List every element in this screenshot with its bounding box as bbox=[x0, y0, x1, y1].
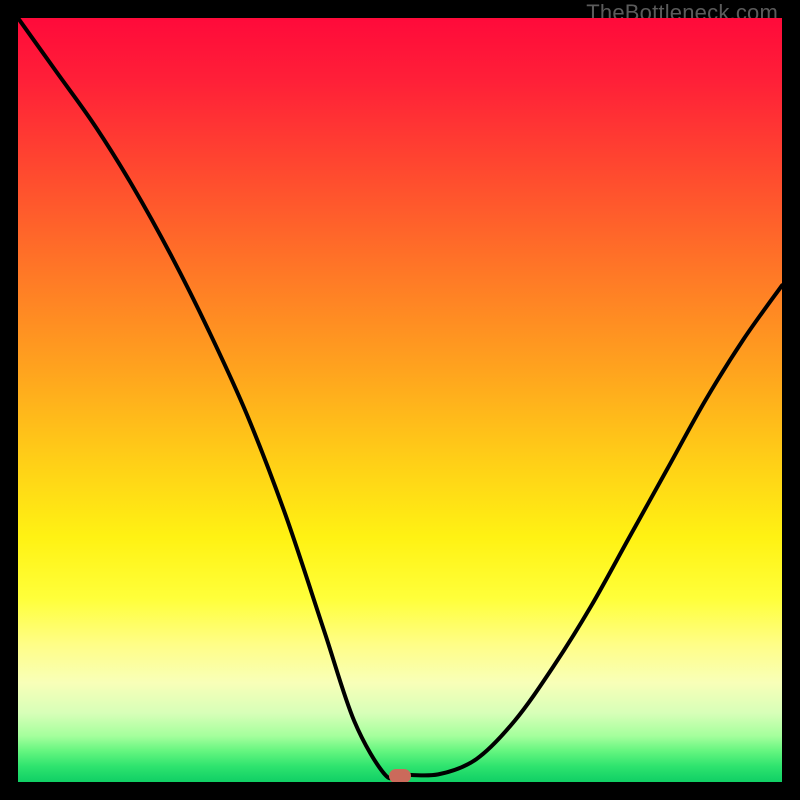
chart-frame: TheBottleneck.com bbox=[0, 0, 800, 800]
min-marker bbox=[389, 769, 411, 782]
bottleneck-curve bbox=[18, 18, 782, 782]
plot-area bbox=[18, 18, 782, 782]
